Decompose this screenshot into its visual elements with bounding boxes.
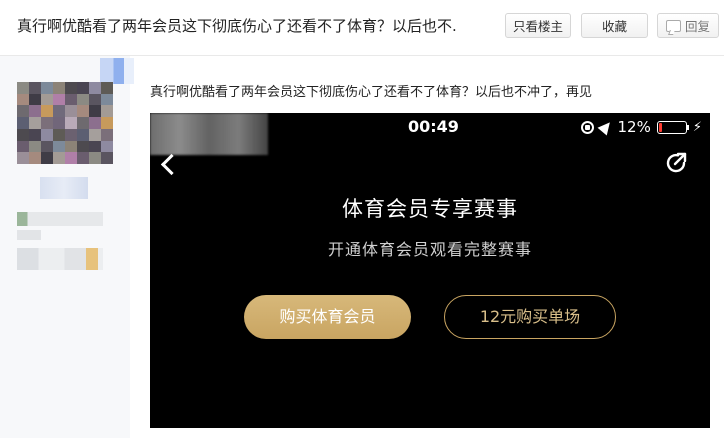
avatar-pixel — [53, 93, 65, 106]
avatar-pixel — [89, 128, 101, 141]
avatar-pixel — [101, 117, 113, 129]
sports-member-title: 体育会员专享赛事 — [342, 197, 518, 221]
avatar-pixel — [53, 105, 65, 118]
avatar-pixel — [41, 117, 53, 129]
avatar-pixel — [53, 140, 65, 153]
avatar-pixel — [89, 82, 101, 94]
avatar-pixel — [101, 152, 113, 164]
reply-button[interactable]: 回复 — [657, 13, 719, 38]
avatar-pixel — [41, 93, 53, 106]
pixelated-region — [150, 113, 268, 155]
lock-rotation-icon — [580, 120, 594, 134]
avatar-pixel — [53, 117, 65, 129]
avatar-pixel — [101, 93, 113, 106]
pixelated-badges — [17, 248, 103, 270]
avatar-pixel — [77, 117, 89, 129]
buy-sports-member-button[interactable]: 购买体育会员 — [244, 295, 411, 339]
avatar-pixel — [53, 82, 65, 94]
avatar-pixel — [77, 152, 89, 164]
avatar-pixel — [65, 117, 77, 129]
avatar-pixel — [29, 128, 41, 141]
pixelated-username[interactable] — [40, 177, 88, 199]
avatar-pixel — [89, 152, 101, 164]
avatar-pixel — [41, 105, 53, 118]
avatar-pixel — [29, 117, 41, 129]
avatar-pixel — [17, 152, 29, 164]
avatar-pixel — [53, 128, 65, 141]
avatar-pixel — [41, 82, 53, 94]
avatar-pixel — [89, 140, 101, 153]
avatar-pixel — [29, 105, 41, 118]
avatar-pixel — [89, 117, 101, 129]
avatar-pixel — [17, 117, 29, 129]
charging-bolt-icon: ⚡ — [692, 119, 702, 135]
avatar-pixel — [41, 152, 53, 164]
avatar-pixel — [65, 93, 77, 106]
pixelated-level-row — [17, 212, 103, 226]
post-image[interactable]: 00:49 12% ⚡ 体育会员专享赛事 开通体育会员观看完整赛事 购买体育会员… — [150, 113, 710, 428]
avatar-pixel — [29, 93, 41, 106]
location-arrow-icon — [597, 118, 614, 136]
avatar-pixel — [65, 105, 77, 118]
reply-icon — [665, 20, 681, 32]
avatar-pixel — [77, 140, 89, 153]
pixelated-badge — [100, 58, 134, 84]
avatar-pixel — [41, 128, 53, 141]
avatar-pixel — [101, 128, 113, 141]
avatar-pixel — [77, 93, 89, 106]
battery-percent: 12% — [617, 118, 651, 136]
thread-header: 真行啊优酷看了两年会员这下彻底伤心了还看不了体育？以后也不. 只看楼主 收藏 回… — [0, 0, 724, 56]
avatar-pixel — [17, 140, 29, 153]
thread-title: 真行啊优酷看了两年会员这下彻底伤心了还看不了体育？以后也不. — [17, 17, 457, 35]
status-bar-icons: 12% ⚡ — [580, 118, 702, 136]
buy-single-match-button[interactable]: 12元购买单场 — [444, 295, 616, 339]
battery-icon — [656, 120, 689, 134]
post-text: 真行啊优酷看了两年会员这下彻底伤心了还看不了体育？以后也不冲了，再见 — [150, 85, 593, 100]
avatar-pixel — [65, 152, 77, 164]
avatar-pixel — [29, 140, 41, 153]
avatar-pixel — [17, 128, 29, 141]
reply-label: 回复 — [684, 19, 710, 34]
pixelated-info — [17, 230, 41, 240]
only-host-button[interactable]: 只看楼主 — [505, 13, 571, 38]
avatar[interactable] — [17, 82, 113, 164]
avatar-pixel — [41, 140, 53, 153]
avatar-pixel — [65, 128, 77, 141]
avatar-pixel — [17, 82, 29, 94]
back-chevron-icon[interactable] — [160, 153, 183, 176]
avatar-pixel — [17, 93, 29, 106]
favorite-button[interactable]: 收藏 — [581, 13, 648, 38]
avatar-pixel — [53, 152, 65, 164]
avatar-pixel — [29, 82, 41, 94]
battery-fill — [658, 122, 662, 132]
avatar-pixel — [89, 93, 101, 106]
sports-member-subtitle: 开通体育会员观看完整赛事 — [327, 240, 532, 259]
avatar-pixel — [29, 152, 41, 164]
avatar-pixel — [101, 105, 113, 118]
avatar-pixel — [89, 105, 101, 118]
share-icon[interactable] — [664, 151, 688, 175]
avatar-pixel — [101, 140, 113, 153]
avatar-pixel — [77, 128, 89, 141]
avatar-pixel — [65, 140, 77, 153]
status-time: 00:49 — [408, 117, 459, 136]
avatar-pixel — [65, 82, 77, 94]
avatar-pixel — [17, 105, 29, 118]
avatar-pixel — [77, 105, 89, 118]
avatar-pixel — [101, 82, 113, 94]
avatar-pixel — [77, 82, 89, 94]
